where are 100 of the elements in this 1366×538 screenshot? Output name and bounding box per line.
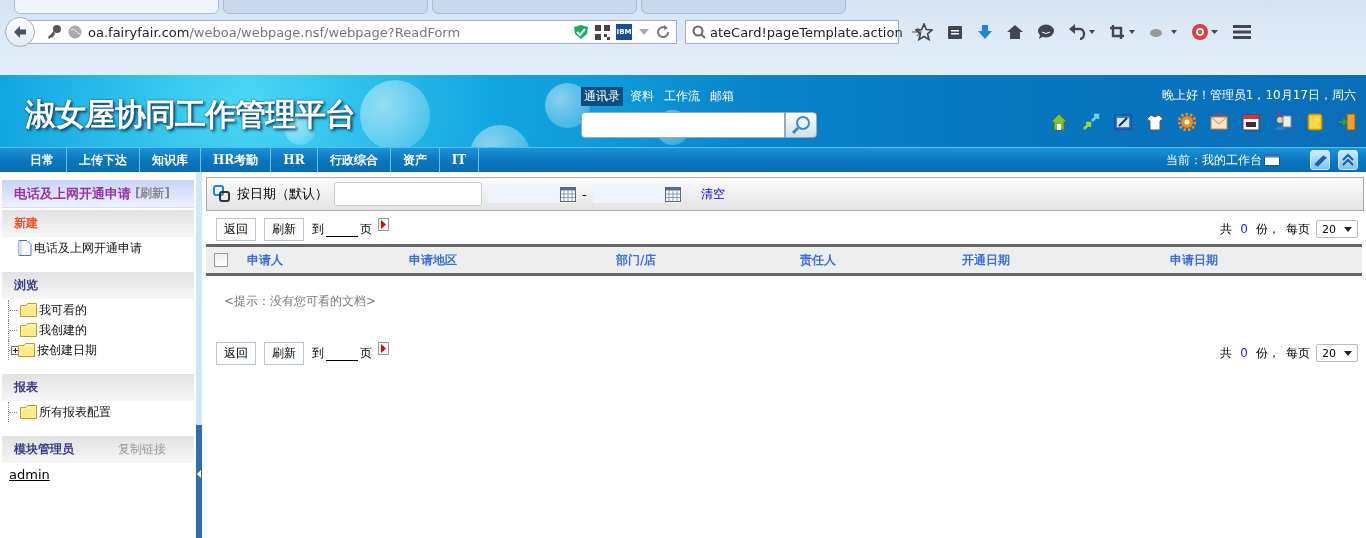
pencil-icon [1313, 153, 1327, 167]
double-chevron-up-icon [1341, 153, 1355, 167]
column-header[interactable]: 申请地区 [409, 251, 616, 269]
nav-menu-item[interactable]: 日常 [18, 147, 67, 173]
nav-menu-item[interactable]: 资产 [390, 147, 440, 173]
go-arrow-icon[interactable] [378, 342, 389, 355]
arrow-left-icon [12, 24, 28, 40]
back-button[interactable]: 返回 [216, 341, 256, 365]
goto-label: 到 [312, 344, 324, 362]
new-document-link[interactable]: 电话及上网开通申请 [34, 239, 142, 257]
menu-icon[interactable] [1233, 24, 1251, 40]
total-unit: 份， [1256, 344, 1280, 362]
clipboard-icon[interactable] [947, 24, 963, 40]
qr-code-icon[interactable] [595, 24, 610, 40]
globe-icon [68, 25, 82, 39]
column-header[interactable]: 申请日期 [1170, 251, 1362, 269]
date-separator: - [582, 186, 587, 202]
column-header[interactable]: 申请人 [247, 251, 409, 269]
book-icon[interactable] [1306, 113, 1324, 131]
window-icon[interactable] [1114, 113, 1132, 131]
folder-tree-item[interactable]: 按创建日期 [37, 341, 97, 359]
folder-icon [20, 303, 37, 317]
end-date-field[interactable] [592, 185, 681, 203]
document-icon [18, 240, 32, 256]
section-heading: 浏览 [14, 277, 38, 294]
nav-menu-item[interactable]: HR考勤 [201, 147, 272, 173]
page-label: 页 [360, 344, 372, 362]
window-icon [1264, 154, 1280, 166]
reload-icon[interactable] [656, 25, 670, 39]
per-page-dropdown[interactable]: 20 [1316, 220, 1358, 238]
admin-link[interactable]: admin [9, 466, 50, 482]
key-icon [46, 24, 62, 40]
section-heading: 报表 [14, 379, 38, 396]
date-filter-field[interactable] [334, 182, 482, 206]
empty-message: <提示：没有您可看的文档> [223, 293, 378, 310]
module-title: 电话及上网开通申请 [14, 184, 131, 203]
collapse-button[interactable] [1338, 150, 1358, 170]
caret-icon [1344, 350, 1352, 356]
search-field[interactable] [581, 112, 785, 138]
refresh-button[interactable]: 刷新 [264, 341, 304, 365]
caret-icon [1344, 226, 1352, 232]
per-page-label: 每页 [1286, 220, 1310, 238]
folder-tree-item[interactable]: 我创建的 [39, 321, 87, 339]
home-icon[interactable] [1007, 24, 1023, 40]
top-link[interactable]: 工作流 [661, 87, 703, 106]
person-icon[interactable] [1274, 113, 1292, 131]
column-header[interactable]: 责任人 [800, 251, 962, 269]
refresh-button[interactable]: 刷新 [264, 217, 304, 241]
search-icon [692, 25, 706, 39]
folder-tree-item[interactable]: 我可看的 [39, 301, 87, 319]
shield-icon[interactable] [573, 24, 589, 40]
start-date-field[interactable] [488, 185, 576, 203]
back-button[interactable]: 返回 [216, 217, 256, 241]
gear-icon[interactable] [1178, 113, 1196, 131]
platform-title: 淑女屋协同工作管理平台 [25, 95, 355, 133]
search-icon [791, 115, 811, 135]
envelope-icon[interactable] [1210, 113, 1228, 131]
folder-icon [20, 405, 37, 419]
target-icon[interactable] [1191, 23, 1219, 41]
nav-menu-item[interactable]: 行政综合 [317, 147, 391, 173]
undo-arrow-icon[interactable] [1069, 24, 1095, 40]
arrows-icon[interactable] [1082, 113, 1100, 131]
nav-menu-item[interactable]: IT [439, 147, 480, 173]
current-location[interactable]: 我的工作台 [1202, 151, 1262, 169]
column-header[interactable]: 开通日期 [962, 251, 1170, 269]
total-count: 0 [1240, 346, 1248, 360]
top-link[interactable]: 资料 [627, 87, 657, 106]
folder-tree-item[interactable]: 所有报表配置 [39, 403, 111, 421]
top-link[interactable]: 邮箱 [707, 87, 737, 106]
folder-icon [20, 323, 37, 337]
select-all-checkbox[interactable] [214, 253, 228, 267]
nav-menu-item[interactable]: HR [271, 147, 318, 173]
star-icon[interactable] [915, 23, 933, 41]
total-count: 0 [1240, 222, 1248, 236]
section-heading: 新建 [14, 215, 38, 232]
splitter-handle[interactable] [196, 172, 202, 538]
go-arrow-icon[interactable] [378, 218, 389, 231]
per-page-dropdown[interactable]: 20 [1316, 344, 1358, 362]
shirt-icon[interactable] [1146, 113, 1164, 131]
goto-label: 到 [312, 220, 324, 238]
total-label: 共 [1220, 344, 1233, 362]
total-unit: 份， [1256, 220, 1280, 238]
folder-icon [18, 343, 35, 357]
crop-icon[interactable] [1109, 24, 1135, 40]
top-link[interactable]: 通讯录 [581, 87, 623, 106]
back-button[interactable] [5, 17, 35, 47]
nav-menu-item[interactable]: 上传下达 [67, 147, 140, 173]
pin-button[interactable] [1310, 150, 1330, 170]
search-button[interactable] [785, 112, 817, 138]
chat-icon[interactable] [1037, 24, 1055, 40]
refresh-link[interactable]: [刷新] [135, 185, 170, 202]
link-icon [213, 185, 231, 203]
clear-link[interactable]: 清空 [700, 185, 725, 203]
url-host: oa.fairyfair.com [88, 24, 190, 40]
column-header[interactable]: 部门/店 [616, 251, 800, 269]
exit-door-icon[interactable] [1338, 113, 1356, 131]
copy-link[interactable]: 复制链接 [118, 441, 166, 458]
date-filter-label: 按日期（默认） [237, 185, 328, 203]
download-icon[interactable] [977, 24, 993, 40]
house-icon[interactable] [1050, 113, 1068, 131]
